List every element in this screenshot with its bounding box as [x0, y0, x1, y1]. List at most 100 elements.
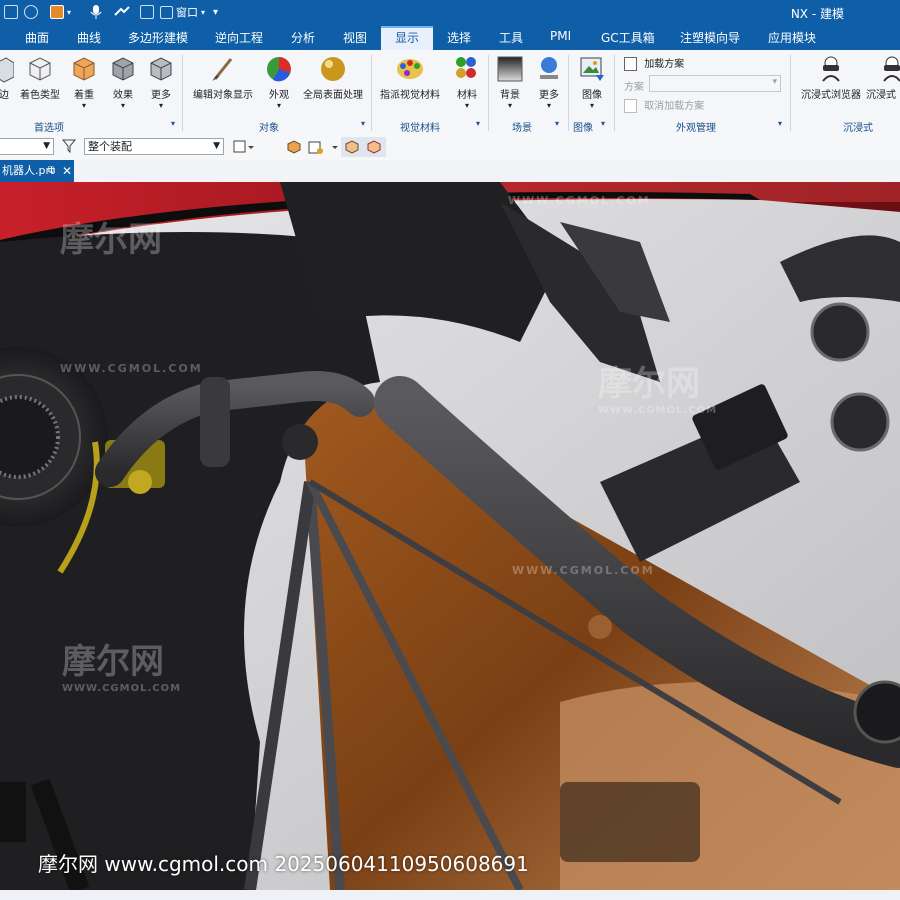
file-tab-robot[interactable]: 机器人.prt ⧉ ✕: [0, 160, 74, 182]
watermark-logo: 摩尔网: [60, 212, 162, 261]
tab-applications[interactable]: 应用模块: [768, 29, 816, 46]
scene-more-label: 更多: [539, 90, 559, 101]
group-label-immersive: 沉浸式: [843, 123, 873, 134]
chevron-down-icon: ▾: [120, 101, 125, 110]
brush-icon: [212, 58, 233, 81]
filter-icon[interactable]: [61, 138, 77, 157]
group-label-appearance-management: 外观管理: [676, 123, 716, 134]
chevron-down-icon: ▼: [43, 141, 50, 151]
chevron-down-icon: ▾: [507, 101, 512, 110]
immersive-button[interactable]: 沉浸式: [866, 55, 900, 101]
command-finder-icon[interactable]: [114, 3, 130, 21]
snap-point-icon[interactable]: [232, 139, 254, 158]
global-surface-button[interactable]: 全局表面处理: [303, 55, 363, 101]
chevron-down-icon: ▾: [546, 101, 551, 110]
group-label-visual-material: 视觉材料: [400, 123, 440, 134]
assign-visual-material-button[interactable]: 指派视觉材料: [380, 55, 440, 101]
background-button[interactable]: 背景 ▾: [495, 55, 525, 110]
edit-object-display-button[interactable]: 编辑对象显示: [192, 55, 254, 101]
global-surface-label: 全局表面处理: [303, 90, 363, 101]
close-icon[interactable]: ✕: [62, 160, 72, 182]
selection-scope-select[interactable]: 整个装配 ▼: [84, 138, 224, 155]
tab-surface[interactable]: 曲面: [25, 29, 49, 46]
window-menu[interactable]: 窗口 ▾: [160, 3, 205, 21]
group-expand-icon[interactable]: ▾: [601, 119, 605, 128]
watermark-logo: 摩尔网 WWW.CGMOL.COM: [62, 634, 181, 694]
chevron-down-icon: ▾: [81, 101, 86, 110]
immersive-browser-button[interactable]: 沉浸式浏览器: [800, 55, 862, 101]
document-icon: [624, 99, 637, 113]
material-button[interactable]: 材料 ▾: [452, 55, 482, 110]
customize-qa-icon[interactable]: ▾: [213, 3, 218, 21]
scheme-select[interactable]: ▾: [649, 75, 781, 92]
shading-type-button[interactable]: 着色类型: [20, 55, 60, 101]
picture-icon: [580, 57, 604, 81]
selection-scope-value: 整个装配: [88, 140, 132, 153]
light-globe-icon: [540, 57, 558, 79]
load-scheme-button[interactable]: 加载方案: [624, 55, 684, 71]
watermark-logo-text: 摩尔网: [60, 220, 162, 260]
app-title: NX - 建模: [790, 7, 844, 21]
tab-selection[interactable]: 选择: [447, 29, 471, 46]
watermark-site: WWW.CGMOL.COM: [512, 564, 655, 577]
chevron-down-icon: ▼: [213, 141, 220, 151]
group-label-scene: 场景: [512, 123, 532, 134]
select-component-icon[interactable]: [344, 139, 360, 158]
vr-headset-icon: [822, 56, 840, 82]
watermark-site-text: WWW.CGMOL.COM: [598, 405, 718, 416]
tab-curve[interactable]: 曲线: [77, 29, 101, 46]
emphasis-button[interactable]: 着重 ▾: [69, 55, 99, 110]
tab-gc-toolbox[interactable]: GC工具箱: [601, 29, 655, 46]
select-assembly-icon[interactable]: [366, 139, 382, 158]
watermark-site: WWW.CGMOL.COM: [508, 194, 651, 207]
group-separator: [614, 55, 615, 131]
group-separator: [568, 55, 569, 131]
watermark-logo: 摩尔网 WWW.CGMOL.COM: [598, 356, 717, 416]
popout-icon[interactable]: ⧉: [48, 160, 55, 182]
edge-display-button[interactable]: 边: [0, 55, 14, 101]
tab-analysis[interactable]: 分析: [291, 29, 315, 46]
quick-access-save-icon[interactable]: [4, 3, 18, 21]
prefs-more-button[interactable]: 更多 ▾: [146, 55, 176, 110]
effects-button[interactable]: 效果 ▾: [108, 55, 138, 110]
group-expand-icon[interactable]: ▾: [555, 119, 559, 128]
cube-icon: [29, 57, 51, 81]
effects-label: 效果: [113, 90, 133, 101]
tab-mold-wizard[interactable]: 注塑模向导: [680, 29, 740, 46]
select-body-icon[interactable]: [286, 139, 302, 158]
document-icon: [624, 57, 637, 71]
graphics-viewport[interactable]: 摩尔网 WWW.CGMOL.COM 摩尔网 WWW.CGMOL.COM WWW.…: [0, 182, 900, 890]
scheme-label: 方案: [624, 82, 644, 93]
watermark-site-text: WWW.CGMOL.COM: [62, 683, 182, 694]
immersive-browser-label: 沉浸式浏览器: [801, 90, 861, 101]
tab-display[interactable]: 显示: [395, 29, 419, 46]
tab-pmi[interactable]: PMI: [550, 29, 571, 43]
vr-headset-icon: [883, 56, 900, 82]
group-expand-icon[interactable]: ▾: [171, 119, 175, 128]
unload-scheme-button[interactable]: 取消加载方案: [624, 97, 704, 113]
type-filter-select[interactable]: ▼: [0, 138, 54, 155]
quick-access-undo-icon[interactable]: [24, 3, 38, 21]
tab-view[interactable]: 视图: [343, 29, 367, 46]
group-expand-icon[interactable]: ▾: [361, 119, 365, 128]
tab-polygon-modeling[interactable]: 多边形建模: [128, 29, 188, 46]
window-switch-icon[interactable]: [140, 3, 154, 21]
effects-cube-icon: [112, 57, 134, 81]
scene-more-button[interactable]: 更多 ▾: [534, 55, 564, 110]
group-label-preferences: 首选项: [34, 123, 64, 134]
bottom-watermark: 摩尔网 www.cgmol.com 20250604110950608691: [38, 852, 529, 876]
file-tab-bar: [0, 160, 900, 182]
image-button[interactable]: 图像 ▾: [576, 55, 608, 110]
emphasis-label: 着重: [74, 90, 94, 101]
select-face-icon[interactable]: [308, 139, 338, 158]
group-expand-icon[interactable]: ▾: [778, 119, 782, 128]
prefs-more-label: 更多: [151, 90, 171, 101]
quick-access-cube-icon[interactable]: ▾: [50, 3, 71, 21]
tab-tools[interactable]: 工具: [499, 29, 523, 46]
material-palette-icon: [397, 59, 423, 79]
group-separator: [182, 55, 183, 131]
tab-reverse-engineering[interactable]: 逆向工程: [215, 29, 263, 46]
appearance-button[interactable]: 外观 ▾: [264, 55, 294, 110]
group-expand-icon[interactable]: ▾: [476, 119, 480, 128]
microphone-icon[interactable]: [90, 3, 102, 21]
